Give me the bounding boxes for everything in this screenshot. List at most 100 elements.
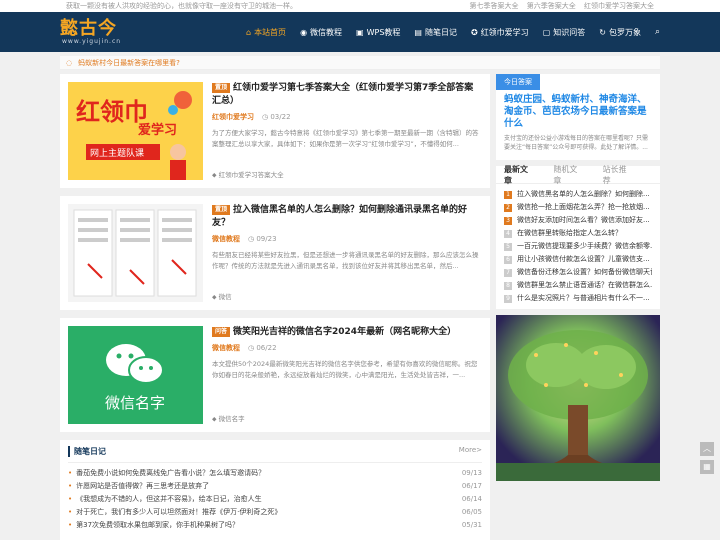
today-answer-title[interactable]: 蚂蚁庄园、蚂蚁新村、神奇海洋、淘金币、芭芭农场今日最新答案是什么 — [496, 90, 660, 132]
nav-item-2[interactable]: ▣ WPS教程 — [356, 27, 400, 38]
latest-article-item[interactable]: 1 拉入微信黑名单的人怎么删除？如何删除... — [504, 188, 652, 201]
latest-article-item[interactable]: 6 用让小孩微信付款怎么设置？儿童微信支... — [504, 253, 652, 266]
post-excerpt: 为了方便大家学习，懿古今特意将《红领巾爱学习》第七季第一期至最新一期（含特辑）的… — [212, 129, 479, 148]
qrcode-button[interactable]: ▦ — [700, 460, 714, 474]
nav-label: 红领巾爱学习 — [480, 27, 529, 37]
qrcode-icon: ▦ — [703, 462, 711, 471]
rank-number: 4 — [504, 229, 512, 238]
post-title[interactable]: 置顶 拉入微信黑名单的人怎么删除？如何删除通讯录黑名单的好友？ — [212, 204, 482, 230]
diary-item[interactable]: • 第37次免费领取水果包邮到家，你手机种果树了吗？ 05/31 — [68, 519, 482, 532]
post-tags[interactable]: ⬥ 红领巾爱学习答案大全 — [212, 169, 284, 180]
diary-item[interactable]: • 《我想成为不错的人，但这并不容易》，绘本日记，治愈人生 06/14 — [68, 493, 482, 506]
nav-label: 知识问答 — [553, 27, 586, 37]
rank-number: 5 — [504, 242, 512, 251]
post-tags[interactable]: ⬥ 微信名字 — [212, 413, 245, 424]
latest-article-item[interactable]: 9 什么是实况照片？与普通相片有什么不一... — [504, 292, 652, 305]
latest-article-item[interactable]: 7 微信备份迁移怎么设置？如何备份微信聊天记... — [504, 266, 652, 279]
search-icon[interactable]: ⌕ — [655, 27, 660, 37]
latest-article-list: 1 拉入微信黑名单的人怎么删除？如何删除... 2 微信抢一抢上面烟花怎么弄？抢一抢放… — [496, 184, 660, 309]
nav-item-4[interactable]: ✪ 红领巾爱学习 — [471, 27, 529, 38]
diary-item[interactable]: • 对于死亡，我们有多少人可以坦然面对！推荐《伊万·伊利奇之死》 06/05 — [68, 506, 482, 519]
bullet-icon: • — [68, 469, 73, 477]
top-links: 第七季答案大全 第六季答案大全 红领巾爱学习答案大全 — [464, 1, 654, 11]
rank-number: 2 — [504, 203, 512, 212]
latest-article-title[interactable]: 用让小孩微信付款怎么设置？儿童微信支... — [517, 253, 650, 266]
latest-article-title[interactable]: 什么是实况照片？与普通相片有什么不一... — [517, 292, 650, 305]
diary-item-title[interactable]: 许愿网站是否值得做？再三思考还是放弃了 — [76, 482, 209, 490]
notice-text[interactable]: 蚂蚁新村今日最新答案在哪里看? — [78, 58, 180, 68]
diary-item-title[interactable]: 对于死亡，我们有多少人可以坦然面对！推荐《伊万·伊利奇之死》 — [76, 508, 281, 516]
post-card[interactable]: 微信名字 问答 微笑阳光吉祥的微信名字2024年最新（网名昵称大全） 微信教程 ◷ … — [60, 318, 490, 432]
nav-item-5[interactable]: ▢ 知识问答 — [543, 27, 586, 38]
latest-article-item[interactable]: 4 在微信群里转账给指定人怎么转？ — [504, 227, 652, 240]
link-icon: ◌ — [66, 58, 73, 67]
diary-item[interactable]: • 许愿网站是否值得做？再三思考还是放弃了 06/17 — [68, 480, 482, 493]
latest-article-item[interactable]: 5 一百元微信提现要多少手续费？微信余额零... — [504, 240, 652, 253]
site-logo[interactable]: 懿古今 www.yigujin.cn — [60, 19, 150, 45]
latest-article-item[interactable]: 8 微信群里怎么禁止语音通话？在微信群怎么... — [504, 279, 652, 292]
rank-number: 8 — [504, 281, 512, 290]
post-category[interactable]: 微信教程 — [212, 235, 240, 243]
refresh-icon: ↻ — [599, 27, 606, 37]
post-thumbnail-screenshot[interactable] — [68, 204, 203, 302]
post-thumbnail-hongling[interactable]: 红领巾 爱学习 网上主题队课 — [68, 82, 203, 180]
latest-article-item[interactable]: 2 微信抢一抢上面烟花怎么弄？抢一抢放烟... — [504, 201, 652, 214]
top-link-2[interactable]: 第六季答案大全 — [527, 2, 576, 10]
diary-item[interactable]: • 番茄免费小说如何免费离线免广告看小说？怎么填写邀请码？ 09/13 — [68, 467, 482, 480]
nav-label: 随笔日记 — [424, 27, 457, 37]
top-link-1[interactable]: 第七季答案大全 — [470, 2, 519, 10]
latest-article-title[interactable]: 微信备份迁移怎么设置？如何备份微信聊天记... — [517, 266, 652, 279]
qa-badge: 问答 — [212, 327, 231, 337]
post-card[interactable]: 置顶 拉入微信黑名单的人怎么删除？如何删除通讯录黑名单的好友？ 微信教程 ◷ 09/… — [60, 196, 490, 310]
latest-article-item[interactable]: 3 微信好友添加时间怎么看？微信添加好友... — [504, 214, 652, 227]
site-header: 懿古今 www.yigujin.cn ⌂ 本站首页 ◉ 微信教程 ▣ WPS教程 ▤ 随笔日记… — [0, 12, 720, 52]
nav-item-0[interactable]: ⌂ 本站首页 — [246, 27, 286, 38]
tab-random[interactable]: 随机文章 — [553, 164, 584, 186]
wechat-icon: ◉ — [300, 27, 308, 37]
tab-recommend[interactable]: 站长推荐 — [603, 164, 634, 186]
post-title[interactable]: 置顶 红领巾爱学习第七季答案大全（红领巾爱学习第7季全部答案汇总） — [212, 82, 482, 108]
svg-text:红领巾: 红领巾 — [76, 97, 148, 126]
diary-item-date: 06/05 — [461, 508, 482, 516]
diary-item-title[interactable]: 《我想成为不错的人，但这并不容易》，绘本日记，治愈人生 — [76, 495, 262, 503]
post-title[interactable]: 问答 微笑阳光吉祥的微信名字2024年最新（网名昵称大全） — [212, 326, 482, 339]
main-nav: ⌂ 本站首页 ◉ 微信教程 ▣ WPS教程 ▤ 随笔日记 ✪ 红领巾爱学习 ▢ 知识问答 ↻ 包罗万象 ⌕ — [232, 27, 660, 38]
latest-article-title[interactable]: 拉入微信黑名单的人怎么删除？如何删除... — [517, 188, 650, 201]
diary-item-date: 06/14 — [461, 495, 482, 503]
diary-item-title[interactable]: 番茄免费小说如何免费离线免广告看小说？怎么填写邀请码？ — [76, 469, 265, 477]
notice-bar[interactable]: ◌ 蚂蚁新村今日最新答案在哪里看? — [60, 56, 660, 70]
post-excerpt: 有些朋友已经将某些好友拉黑，但是还想进一步将通讯录黑名单的好友删除，那么应该怎么… — [212, 251, 479, 270]
post-category[interactable]: 微信教程 — [212, 344, 240, 352]
post-tags[interactable]: ⬥ 微信 — [212, 291, 232, 302]
post-category[interactable]: 红领巾爱学习 — [212, 113, 254, 121]
sticky-badge: 置顶 — [212, 205, 231, 215]
latest-article-title[interactable]: 微信群里怎么禁止语音通话？在微信群怎么... — [517, 279, 652, 292]
post-card[interactable]: 红领巾 爱学习 网上主题队课 置顶 红领巾爱学习第七季答案大全（红领巾爱学习第7季… — [60, 74, 490, 188]
latest-article-title[interactable]: 微信抢一抢上面烟花怎么弄？抢一抢放烟... — [517, 201, 650, 214]
today-answer-box: 今日答案 蚂蚁庄园、蚂蚁新村、神奇海洋、淘金币、芭芭农场今日最新答案是什么 支付… — [496, 74, 660, 160]
nav-item-3[interactable]: ▤ 随笔日记 — [414, 27, 457, 38]
post-thumbnail-wechat[interactable]: 微信名字 — [68, 326, 203, 424]
diary-item-date: 05/31 — [461, 521, 482, 529]
diary-item-title[interactable]: 第37次免费领取水果包邮到家，你手机种果树了吗？ — [76, 521, 239, 529]
tab-latest[interactable]: 最新文章 — [504, 164, 535, 186]
qa-icon: ▢ — [542, 27, 551, 37]
diary-more-link[interactable]: More> — [459, 446, 482, 457]
latest-article-title[interactable]: 在微信群里转账给指定人怎么转？ — [517, 227, 622, 240]
nav-label: 包罗万象 — [608, 27, 641, 37]
top-link-3[interactable]: 红领巾爱学习答案大全 — [584, 2, 654, 10]
flag-icon: ✪ — [470, 27, 478, 37]
article-tabs: 最新文章 随机文章 站长推荐 — [496, 164, 660, 186]
logo-url: www.yigujin.cn — [62, 37, 122, 45]
rank-number: 7 — [504, 268, 512, 277]
diary-title: 随笔日记 — [68, 446, 106, 457]
nav-item-1[interactable]: ◉ 微信教程 — [300, 27, 342, 38]
svg-text:爱学习: 爱学习 — [138, 122, 177, 138]
nav-item-6[interactable]: ↻ 包罗万象 — [599, 27, 641, 38]
bullet-icon: • — [68, 508, 73, 516]
sidebar-banner-image[interactable] — [496, 315, 660, 481]
latest-article-title[interactable]: 微信好友添加时间怎么看？微信添加好友... — [517, 214, 650, 227]
back-to-top-button[interactable]: ︿ — [700, 442, 714, 456]
svg-text:微信名字: 微信名字 — [105, 394, 165, 412]
latest-article-title[interactable]: 一百元微信提现要多少手续费？微信余额零... — [517, 240, 652, 253]
